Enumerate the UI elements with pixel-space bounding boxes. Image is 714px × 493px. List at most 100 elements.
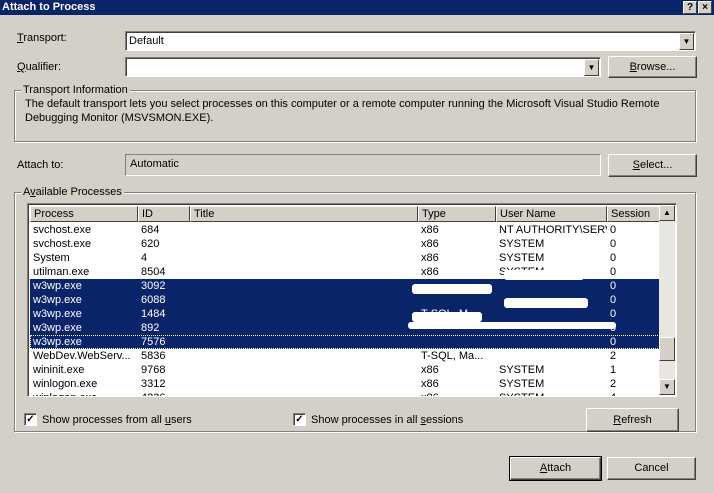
cell-session: 1: [610, 364, 617, 376]
table-row[interactable]: winlogon.exe 3312 x86 SYSTEM 2: [30, 377, 660, 391]
table-row[interactable]: winlogon.exe4236 x86SYSTEM4: [30, 391, 660, 396]
process-list[interactable]: Process ID Title Type User Name Session …: [27, 203, 677, 397]
refresh-button[interactable]: Refresh: [586, 408, 679, 432]
transport-value: Default: [129, 35, 164, 47]
chevron-down-icon[interactable]: ▼: [679, 33, 694, 50]
cell-id: 7576: [141, 336, 166, 348]
browse-button[interactable]: Browse...: [608, 56, 697, 78]
cell-session: 2: [610, 378, 617, 390]
cell-user-name: SYSTEM: [499, 238, 545, 250]
cell-type: x86: [421, 266, 439, 278]
cell-process: w3wp.exe: [33, 308, 82, 320]
cell-process: w3wp.exe: [33, 336, 82, 348]
cell-id: 8504: [141, 266, 166, 278]
column-title[interactable]: Title: [190, 206, 418, 222]
cell-id: 4: [141, 252, 148, 264]
cell-user-name: SYSTEM: [499, 252, 545, 264]
help-button[interactable]: ?: [683, 1, 697, 14]
cell-process: w3wp.exe: [33, 294, 82, 306]
cell-process: winlogon.exe: [33, 378, 98, 390]
check-icon: ✓: [26, 414, 35, 425]
cell-process: svchost.exe: [33, 224, 92, 236]
cell-id: 3092: [141, 280, 166, 292]
cell-user-name: NT AUTHORITY\SERVICE: [499, 224, 607, 236]
process-list-header: Process ID Title Type User Name Session: [30, 206, 660, 222]
table-row[interactable]: w3wp.exe 7576 0: [30, 335, 660, 349]
cell-id: 5836: [141, 350, 166, 362]
redaction-mark: [408, 322, 616, 329]
cell-session: 0: [610, 266, 617, 278]
process-rows: svchost.exe684x86NT AUTHORITY\SERVICE0sv…: [30, 223, 660, 396]
chevron-down-icon[interactable]: ▼: [584, 59, 599, 76]
cell-process: svchost.exe: [33, 238, 92, 250]
cell-process: w3wp.exe: [33, 322, 82, 334]
table-row[interactable]: svchost.exe 620 x86 SYSTEM 0: [30, 237, 660, 251]
transport-info-title: Transport Information: [21, 84, 130, 96]
cell-id: 892: [141, 322, 160, 334]
cell-type: x86: [421, 224, 439, 236]
table-row[interactable]: w3wp.exe 3092 0: [30, 279, 660, 293]
qualifier-label: Qualifier:: [17, 61, 62, 73]
column-session[interactable]: Session: [607, 206, 660, 222]
column-process[interactable]: Process: [30, 206, 138, 222]
cell-process: winlogon.exe: [30, 391, 138, 396]
cell-session: 0: [610, 336, 617, 348]
cell-id: 620: [141, 238, 160, 250]
cell-session: 0: [610, 280, 617, 292]
all-users-label[interactable]: Show processes from all users: [42, 414, 192, 426]
cell-type: x86: [421, 364, 439, 376]
cell-process: w3wp.exe: [33, 280, 82, 292]
transport-info-line2: Debugging Monitor (MSVSMON.EXE).: [25, 112, 214, 124]
cell-user-name: SYSTEM: [499, 364, 545, 376]
cell-id: 4236: [138, 391, 190, 396]
cell-session: 2: [610, 350, 617, 362]
table-row[interactable]: w3wp.exe1484T-SQL, M0: [30, 307, 660, 321]
all-sessions-label[interactable]: Show processes in all sessions: [311, 414, 463, 426]
cell-session: 4: [607, 391, 660, 396]
table-row[interactable]: svchost.exe 684 x86 NT AUTHORITY\SERVICE0: [30, 223, 660, 237]
cell-session: 0: [610, 224, 617, 236]
select-button[interactable]: Select...: [608, 154, 697, 177]
all-sessions-checkbox[interactable]: ✓: [293, 413, 306, 426]
process-list-scrollbar[interactable]: ▲ ▼: [659, 205, 675, 395]
attach-to-label: Attach to:: [17, 159, 64, 171]
cell-type: x86: [421, 238, 439, 250]
close-button[interactable]: ×: [698, 1, 712, 14]
cancel-button[interactable]: Cancel: [607, 457, 696, 480]
check-icon: ✓: [295, 414, 304, 425]
redaction-mark: [412, 312, 482, 322]
column-type[interactable]: Type: [418, 206, 496, 222]
attach-button[interactable]: Attach: [509, 456, 602, 481]
attach-to-field: Automatic: [125, 154, 601, 176]
cell-type: x86: [421, 252, 439, 264]
all-users-checkbox[interactable]: ✓: [24, 413, 37, 426]
transport-info-line1: The default transport lets you select pr…: [25, 98, 660, 110]
cell-user-name: SYSTEM: [499, 378, 545, 390]
cell-id: 684: [141, 224, 160, 236]
column-user-name[interactable]: User Name: [496, 206, 607, 222]
cell-type: x86: [421, 378, 439, 390]
cell-process: WebDev.WebServ...: [33, 350, 131, 362]
transport-info-group: Transport Information The default transp…: [14, 84, 696, 142]
transport-label: Transport:: [17, 32, 67, 44]
cell-process: System: [33, 252, 70, 264]
available-processes-title: Available Processes: [21, 186, 124, 198]
transport-dropdown[interactable]: Default ▼: [125, 31, 696, 51]
redaction-mark: [412, 284, 492, 294]
table-row[interactable]: wininit.exe 9768 x86 SYSTEM 1: [30, 363, 660, 377]
window-title: Attach to Process: [2, 1, 96, 13]
cell-process: wininit.exe: [33, 364, 85, 376]
title-bar: Attach to Process ? ×: [0, 0, 714, 15]
table-row[interactable]: WebDev.WebServ... 5836 T-SQL, Ma... 2: [30, 349, 660, 363]
arrow-down-icon[interactable]: ▼: [659, 379, 675, 395]
cell-id: 1484: [141, 308, 166, 320]
cell-type: T-SQL, Ma...: [421, 350, 484, 362]
qualifier-combobox[interactable]: ▼: [125, 57, 601, 77]
redaction-mark: [504, 270, 584, 280]
column-id[interactable]: ID: [138, 206, 190, 222]
cell-process: utilman.exe: [33, 266, 90, 278]
scrollbar-thumb[interactable]: [659, 337, 675, 361]
table-row[interactable]: System 4 x86 SYSTEM 0: [30, 251, 660, 265]
arrow-up-icon[interactable]: ▲: [659, 205, 675, 221]
cell-session: 0: [610, 294, 617, 306]
